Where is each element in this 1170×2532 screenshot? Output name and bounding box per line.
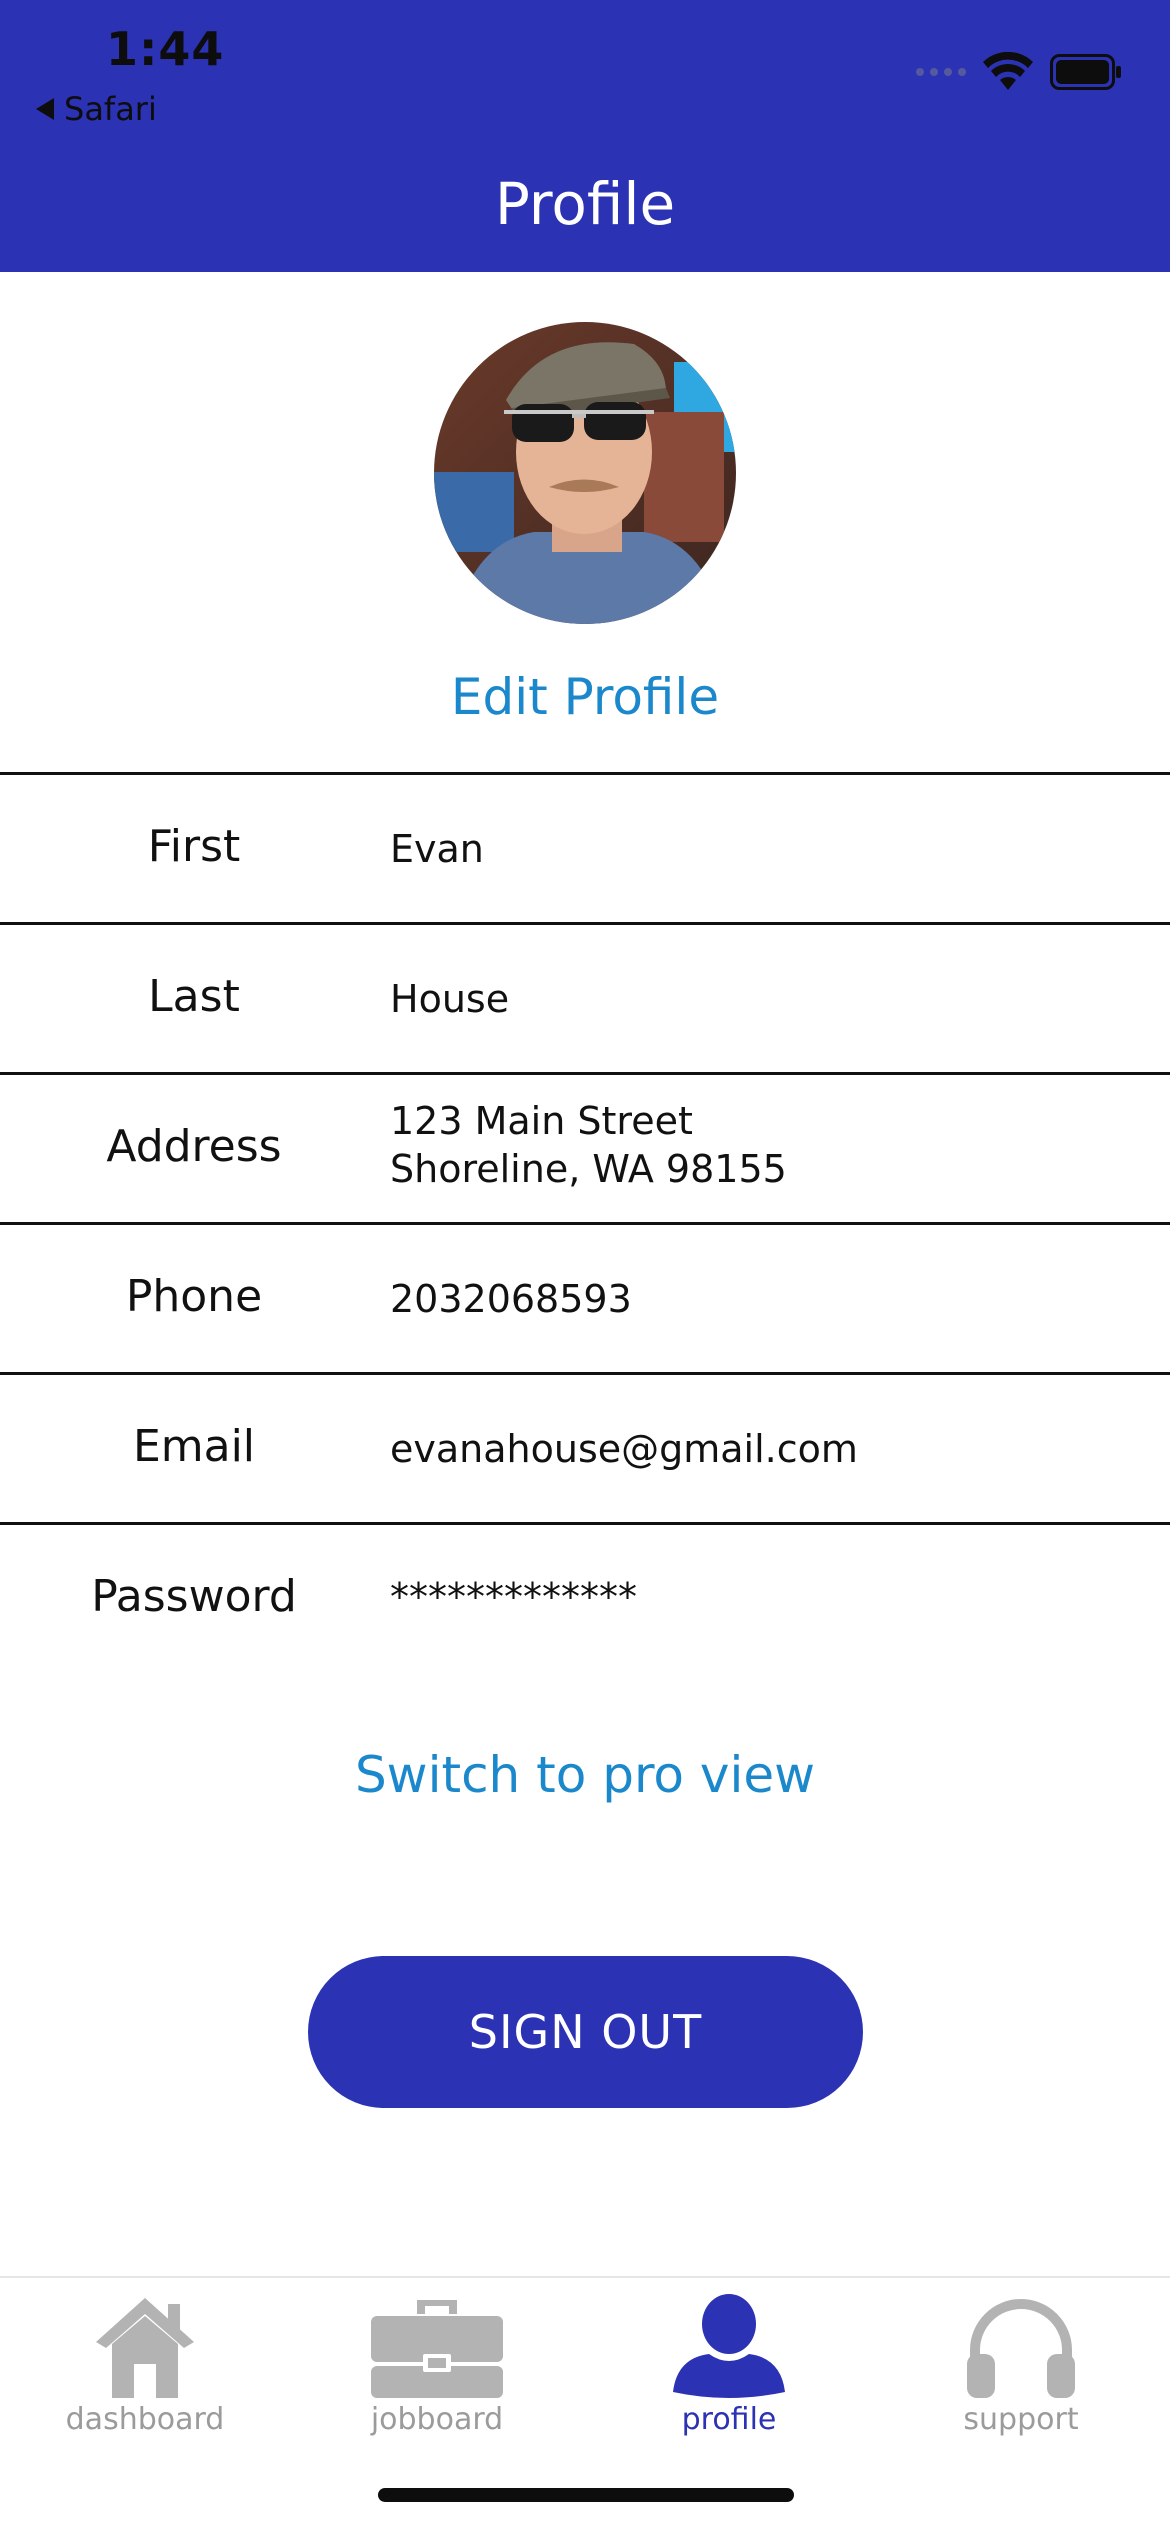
address-row: Address 123 Main Street Shoreline, WA 98… xyxy=(0,1072,1170,1223)
last-name-label: Last xyxy=(148,971,240,1022)
page-title: Profile xyxy=(494,170,676,238)
person-icon xyxy=(673,2294,785,2398)
edit-profile-link[interactable]: Edit Profile xyxy=(0,668,1170,726)
password-label: Password xyxy=(91,1571,297,1622)
first-name-value: Evan xyxy=(390,827,484,871)
first-name-row: First Evan xyxy=(0,772,1170,923)
password-row: Password ************* xyxy=(0,1522,1170,1673)
address-value: 123 Main Street Shoreline, WA 98155 xyxy=(390,1097,787,1193)
battery-icon xyxy=(1050,54,1121,90)
last-name-row: Last House xyxy=(0,922,1170,1073)
home-indicator[interactable] xyxy=(378,2488,794,2502)
first-name-label: First xyxy=(147,821,241,872)
address-line-1: 123 Main Street xyxy=(390,1099,693,1143)
phone-label: Phone xyxy=(125,1271,263,1322)
back-to-safari[interactable]: Safari xyxy=(36,90,157,128)
phone-row: Phone 2032068593 xyxy=(0,1222,1170,1373)
last-name-value: House xyxy=(390,977,510,1021)
tab-jobboard-label: jobboard xyxy=(370,2402,504,2437)
home-icon xyxy=(96,2298,194,2398)
switch-to-pro-link[interactable]: Switch to pro view xyxy=(0,1746,1170,1804)
phone-value: 2032068593 xyxy=(390,1277,632,1321)
profile-screen: 1:44 Safari Profile Edit Profile First E… xyxy=(0,0,1170,2532)
address-label: Address xyxy=(106,1121,282,1172)
email-label: Email xyxy=(132,1421,256,1472)
tab-support-label: support xyxy=(963,2402,1079,2437)
status-icons xyxy=(916,52,1122,92)
back-arrow-icon xyxy=(36,98,54,120)
headphones-icon xyxy=(967,2299,1075,2398)
status-time: 1:44 xyxy=(106,22,225,76)
password-value: ************* xyxy=(390,1575,637,1619)
avatar xyxy=(434,322,736,624)
tab-support[interactable]: support xyxy=(876,2292,1166,2442)
sign-out-button[interactable]: SIGN OUT xyxy=(308,1956,863,2108)
email-row: Email evanahouse@gmail.com xyxy=(0,1372,1170,1523)
tab-dashboard[interactable]: dashboard xyxy=(0,2292,290,2442)
header: 1:44 Safari Profile xyxy=(0,0,1170,272)
back-label: Safari xyxy=(64,90,157,128)
tab-dashboard-label: dashboard xyxy=(65,2402,225,2437)
tab-profile-label: profile xyxy=(681,2402,777,2437)
address-line-2: Shoreline, WA 98155 xyxy=(390,1147,787,1191)
briefcase-icon xyxy=(371,2300,503,2398)
tab-jobboard[interactable]: jobboard xyxy=(292,2292,582,2442)
cellular-signal-icon xyxy=(916,68,966,76)
wifi-icon xyxy=(983,52,1033,90)
tab-profile[interactable]: profile xyxy=(584,2292,874,2442)
email-value: evanahouse@gmail.com xyxy=(390,1427,858,1471)
